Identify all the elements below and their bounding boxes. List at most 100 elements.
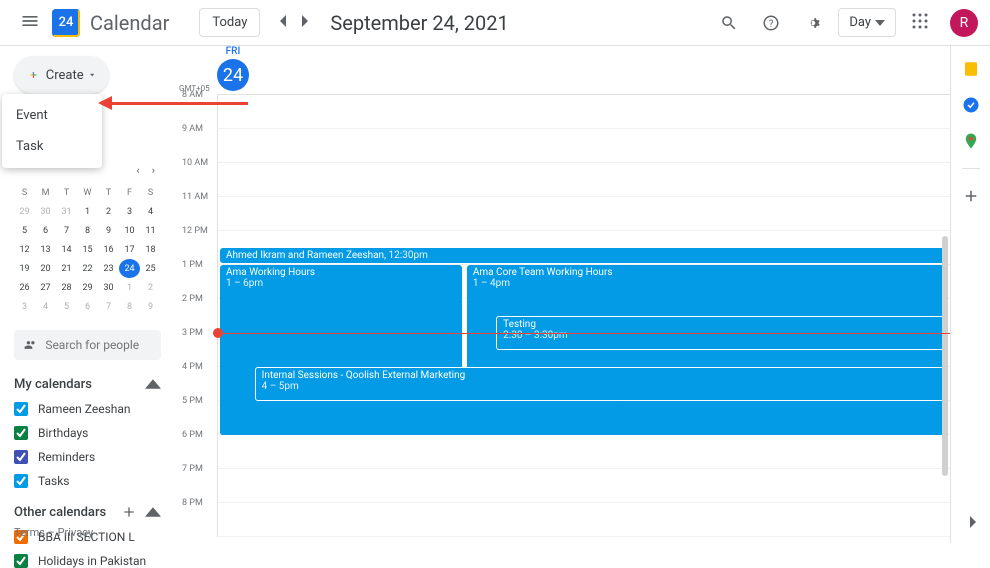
mini-cal-day[interactable]: 27 [35, 278, 56, 297]
mini-cal-day[interactable]: 21 [56, 259, 77, 278]
my-calendars-toggle[interactable]: My calendars [14, 376, 161, 392]
hour-label: 5 PM [182, 396, 203, 406]
settings-icon[interactable] [796, 6, 830, 40]
app-header: 24 Calendar Today September 24, 2021 ? D… [0, 0, 990, 46]
sidebar: Create Event Task ‹ › SMTWTFS 2930311234… [0, 46, 175, 543]
mini-cal-day[interactable]: 9 [98, 221, 119, 240]
mini-cal-day[interactable]: 20 [35, 259, 56, 278]
mini-cal-day[interactable]: 2 [140, 278, 161, 297]
collapse-panel-button[interactable] [968, 514, 978, 533]
add-addon-icon[interactable] [962, 187, 980, 205]
event-block[interactable]: Ahmed Ikram and Rameen Zeeshan, 12:30pm [220, 248, 948, 263]
hour-label: 6 PM [182, 430, 203, 440]
create-button[interactable]: Create [14, 56, 109, 94]
event-block[interactable] [220, 401, 623, 435]
mini-cal-day[interactable]: 18 [140, 240, 161, 259]
google-apps-icon[interactable] [904, 5, 936, 41]
mini-cal-day[interactable]: 14 [56, 240, 77, 259]
mini-cal-day[interactable]: 30 [35, 202, 56, 221]
mini-cal-day[interactable]: 6 [77, 297, 98, 316]
mini-prev-button[interactable]: ‹ [130, 162, 145, 179]
keep-icon[interactable] [962, 60, 980, 78]
create-event-item[interactable]: Event [2, 100, 102, 131]
prev-day-button[interactable] [272, 7, 294, 38]
calendar-checkbox[interactable] [14, 402, 28, 416]
calendar-logo-icon: 24 [52, 9, 80, 37]
mini-cal-day[interactable]: 15 [77, 240, 98, 259]
mini-cal-day[interactable]: 28 [56, 278, 77, 297]
create-task-item[interactable]: Task [2, 131, 102, 162]
hour-label: 2 PM [182, 294, 203, 304]
calendar-item[interactable]: Holidays in Pakistan [14, 554, 161, 568]
event-block[interactable]: Internal Sessions - Qoolish External Mar… [255, 367, 944, 401]
day-of-week-label: FRI [217, 46, 249, 57]
mini-cal-day[interactable]: 24 [119, 259, 140, 278]
mini-cal-day[interactable]: 17 [119, 240, 140, 259]
view-switcher[interactable]: Day [838, 8, 896, 37]
chevron-up-icon [145, 376, 161, 392]
mini-cal-day[interactable]: 6 [35, 221, 56, 240]
mini-cal-day[interactable]: 9 [140, 297, 161, 316]
mini-cal-day[interactable]: 23 [98, 259, 119, 278]
next-day-button[interactable] [294, 7, 316, 38]
calendar-item[interactable]: Birthdays [14, 426, 161, 440]
mini-cal-day[interactable]: 30 [98, 278, 119, 297]
mini-cal-day[interactable]: 2 [98, 202, 119, 221]
mini-cal-day[interactable]: 11 [140, 221, 161, 240]
mini-cal-day[interactable]: 3 [119, 202, 140, 221]
mini-cal-day[interactable]: 4 [35, 297, 56, 316]
mini-cal-day[interactable]: 29 [14, 202, 35, 221]
mini-cal-day[interactable]: 5 [14, 221, 35, 240]
mini-cal-day[interactable]: 10 [119, 221, 140, 240]
calendar-checkbox[interactable] [14, 474, 28, 488]
mini-cal-day[interactable]: 22 [77, 259, 98, 278]
mini-cal-day[interactable]: 3 [14, 297, 35, 316]
mini-cal-day[interactable]: 31 [56, 202, 77, 221]
terms-link[interactable]: Terms [14, 526, 45, 539]
mini-cal-day[interactable]: 8 [77, 221, 98, 240]
mini-cal-day[interactable]: 5 [56, 297, 77, 316]
main-menu-icon[interactable] [12, 3, 48, 43]
add-calendar-icon[interactable] [121, 504, 137, 520]
hour-label: 10 AM [182, 158, 208, 168]
hour-label: 1 PM [182, 260, 203, 270]
help-icon[interactable]: ? [754, 6, 788, 40]
search-people-field[interactable] [14, 330, 161, 360]
mini-cal-day[interactable]: 16 [98, 240, 119, 259]
mini-cal-day[interactable]: 26 [14, 278, 35, 297]
mini-cal-day[interactable]: 7 [56, 221, 77, 240]
maps-icon[interactable] [962, 132, 980, 150]
calendar-item[interactable]: Tasks [14, 474, 161, 488]
day-number[interactable]: 24 [217, 59, 249, 91]
calendar-checkbox[interactable] [14, 554, 28, 568]
privacy-link[interactable]: Privacy [58, 526, 94, 539]
mini-cal-day[interactable]: 12 [14, 240, 35, 259]
mini-cal-day[interactable]: 25 [140, 259, 161, 278]
mini-next-button[interactable]: › [146, 162, 161, 179]
app-logo[interactable]: 24 Calendar [52, 9, 169, 37]
search-people-input[interactable] [45, 338, 151, 352]
mini-cal-day[interactable]: 7 [98, 297, 119, 316]
mini-cal-day[interactable]: 1 [77, 202, 98, 221]
chevron-down-icon [90, 72, 94, 78]
mini-cal-day[interactable]: 1 [119, 278, 140, 297]
other-calendars-toggle[interactable]: Other calendars [14, 504, 161, 520]
mini-cal-day[interactable]: 29 [77, 278, 98, 297]
account-avatar[interactable]: R [950, 9, 978, 37]
calendar-item[interactable]: Rameen Zeeshan [14, 402, 161, 416]
calendar-checkbox[interactable] [14, 426, 28, 440]
mini-cal-day[interactable]: 19 [14, 259, 35, 278]
mini-cal-day[interactable]: 8 [119, 297, 140, 316]
hour-label: 4 PM [182, 362, 203, 372]
hour-label: 8 PM [182, 498, 203, 508]
mini-cal-day[interactable]: 13 [35, 240, 56, 259]
search-icon[interactable] [712, 6, 746, 40]
tasks-icon[interactable] [962, 96, 980, 114]
today-button[interactable]: Today [199, 8, 260, 37]
chevron-up-icon [145, 504, 161, 520]
calendar-checkbox[interactable] [14, 450, 28, 464]
mini-cal-day[interactable]: 4 [140, 202, 161, 221]
calendar-item[interactable]: Reminders [14, 450, 161, 464]
svg-text:?: ? [769, 18, 774, 29]
scrollbar[interactable] [942, 236, 948, 476]
